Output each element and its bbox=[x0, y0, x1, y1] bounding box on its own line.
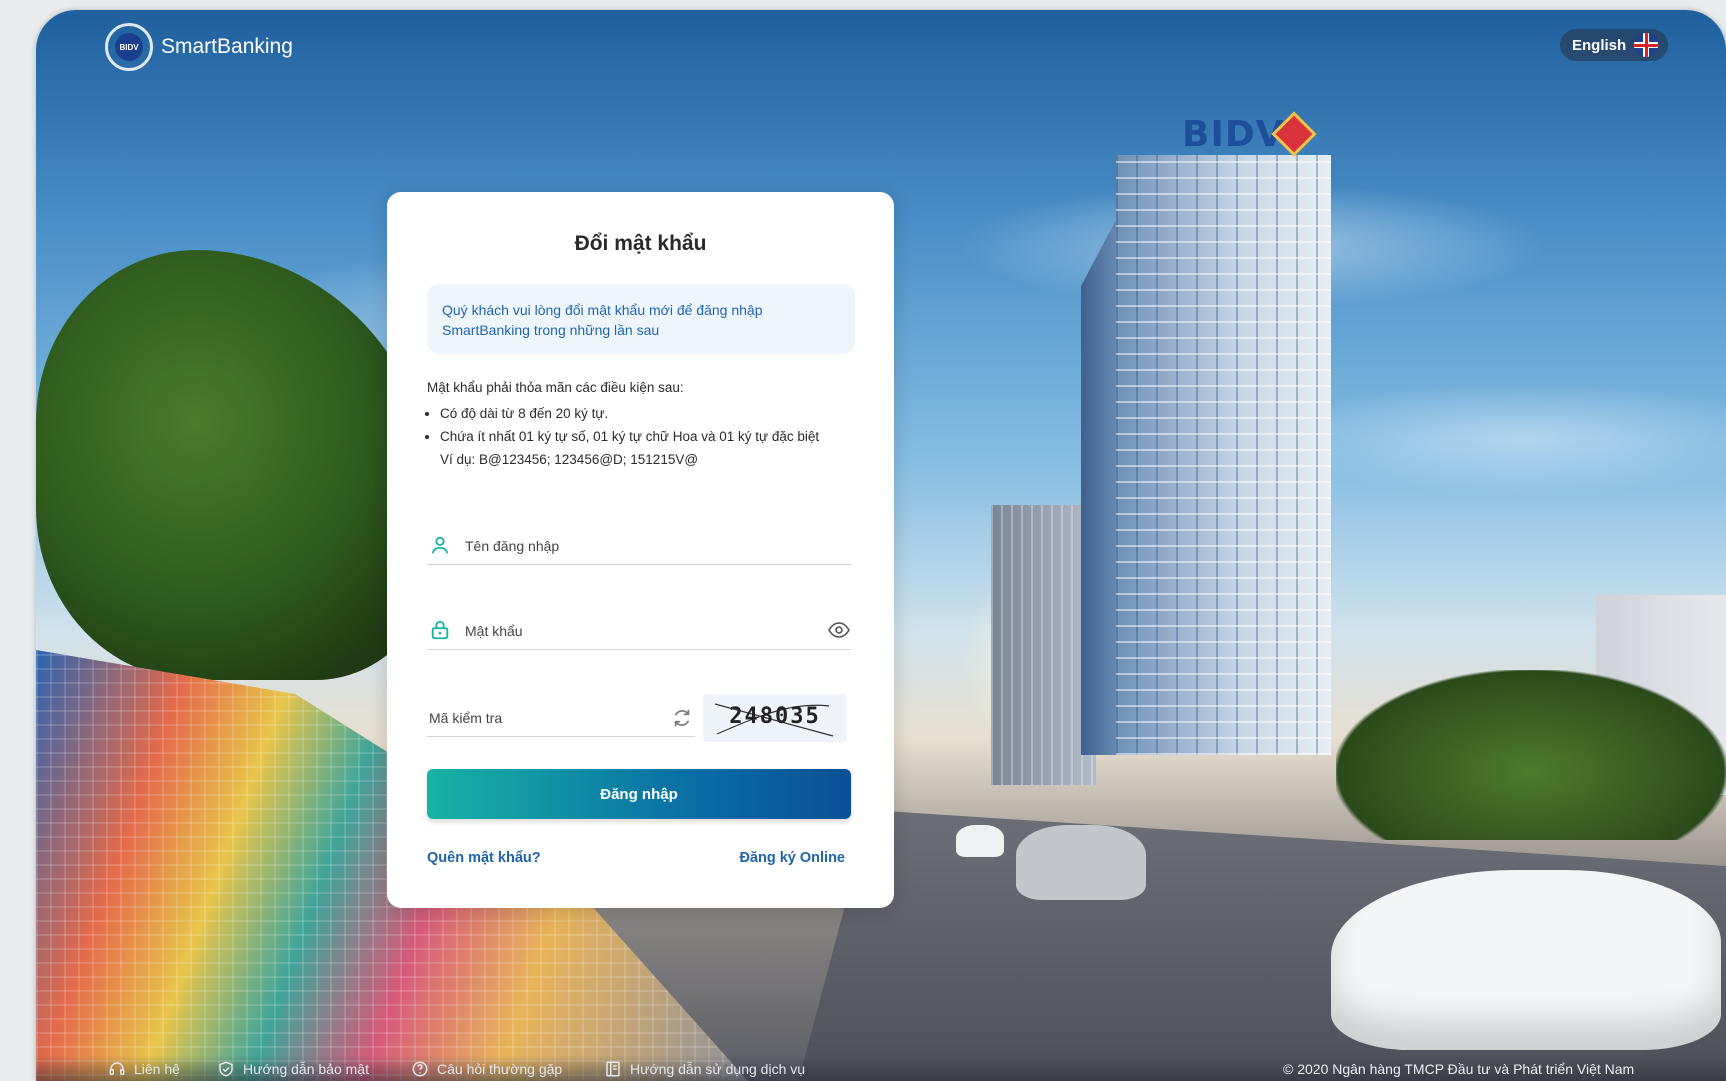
rules-heading: Mật khẩu phải thỏa mãn các điều kiện sau… bbox=[427, 380, 684, 395]
logo-text: SmartBanking bbox=[161, 35, 293, 58]
trees-right bbox=[1336, 670, 1726, 840]
rules-example: Ví dụ: B@123456; 123456@D; 151215V@ bbox=[440, 452, 699, 467]
footer-link-contact[interactable]: Liên hệ bbox=[108, 1060, 180, 1078]
logo-badge: BIDV bbox=[115, 33, 143, 61]
login-button[interactable]: Đăng nhập bbox=[427, 769, 851, 819]
password-input[interactable] bbox=[463, 617, 807, 645]
car-small bbox=[956, 825, 1004, 857]
footer-link-label: Hướng dẫn sử dụng dịch vụ bbox=[630, 1061, 806, 1077]
building-tower-side bbox=[1081, 210, 1121, 755]
headset-icon bbox=[109, 1062, 125, 1075]
footer-link-label: Hướng dẫn bảo mật bbox=[243, 1061, 369, 1077]
forgot-password-link[interactable]: Quên mật khẩu? bbox=[427, 850, 541, 866]
uk-flag-icon bbox=[1634, 33, 1659, 57]
building-tower-bidv bbox=[1116, 155, 1331, 755]
language-switcher[interactable]: English bbox=[1560, 29, 1669, 61]
refresh-icon[interactable] bbox=[671, 707, 693, 729]
rule-item: Chứa ít nhất 01 ký tự số, 01 ký tự chữ H… bbox=[440, 427, 847, 446]
logo-ring-icon: BIDV bbox=[105, 23, 153, 71]
eye-icon[interactable] bbox=[827, 619, 851, 641]
footer-link-faq[interactable]: Câu hỏi thường gặp bbox=[411, 1060, 562, 1078]
language-label: English bbox=[1572, 36, 1627, 54]
captcha-code: 248035 bbox=[729, 704, 821, 729]
user-icon bbox=[431, 536, 449, 554]
notice-text: Quý khách vui lòng đổi mật khẩu mới để đ… bbox=[442, 302, 763, 338]
card-title: Đổi mật khẩu bbox=[574, 232, 707, 255]
book-icon bbox=[606, 1061, 620, 1077]
captcha-field[interactable] bbox=[427, 700, 695, 737]
smartbanking-logo[interactable]: BIDV SmartBanking bbox=[105, 23, 293, 71]
rule-item: Có độ dài từ 8 đến 20 ký tự. bbox=[440, 404, 847, 423]
shield-check-icon bbox=[219, 1061, 233, 1077]
username-field[interactable] bbox=[427, 528, 851, 565]
password-rules: Mật khẩu phải thỏa mãn các điều kiện sau… bbox=[427, 378, 847, 470]
copyright-text: © 2020 Ngân hàng TMCP Đầu tư và Phát tri… bbox=[1283, 1061, 1635, 1077]
car-grey bbox=[1016, 825, 1146, 900]
password-field[interactable] bbox=[427, 613, 851, 650]
captcha-input[interactable] bbox=[427, 704, 661, 732]
bidv-building-sign: BIDV bbox=[1182, 114, 1285, 155]
footer-link-guide[interactable]: Hướng dẫn sử dụng dịch vụ bbox=[604, 1060, 805, 1078]
change-password-card: Đổi mật khẩu Quý khách vui lòng đổi mật … bbox=[387, 192, 894, 908]
register-online-link[interactable]: Đăng ký Online bbox=[739, 850, 845, 866]
question-circle-icon bbox=[412, 1061, 428, 1077]
lock-icon bbox=[431, 620, 449, 640]
username-input[interactable] bbox=[463, 532, 807, 560]
captcha-image: 248035 bbox=[703, 694, 847, 742]
footer-link-label: Liên hệ bbox=[134, 1061, 180, 1077]
car-white bbox=[1331, 870, 1721, 1050]
footer-link-label: Câu hỏi thường gặp bbox=[437, 1061, 563, 1077]
notice-box: Quý khách vui lòng đổi mật khẩu mới để đ… bbox=[427, 284, 855, 354]
footer-link-security[interactable]: Hướng dẫn bảo mật bbox=[217, 1060, 369, 1078]
building-tower-small bbox=[991, 505, 1096, 785]
